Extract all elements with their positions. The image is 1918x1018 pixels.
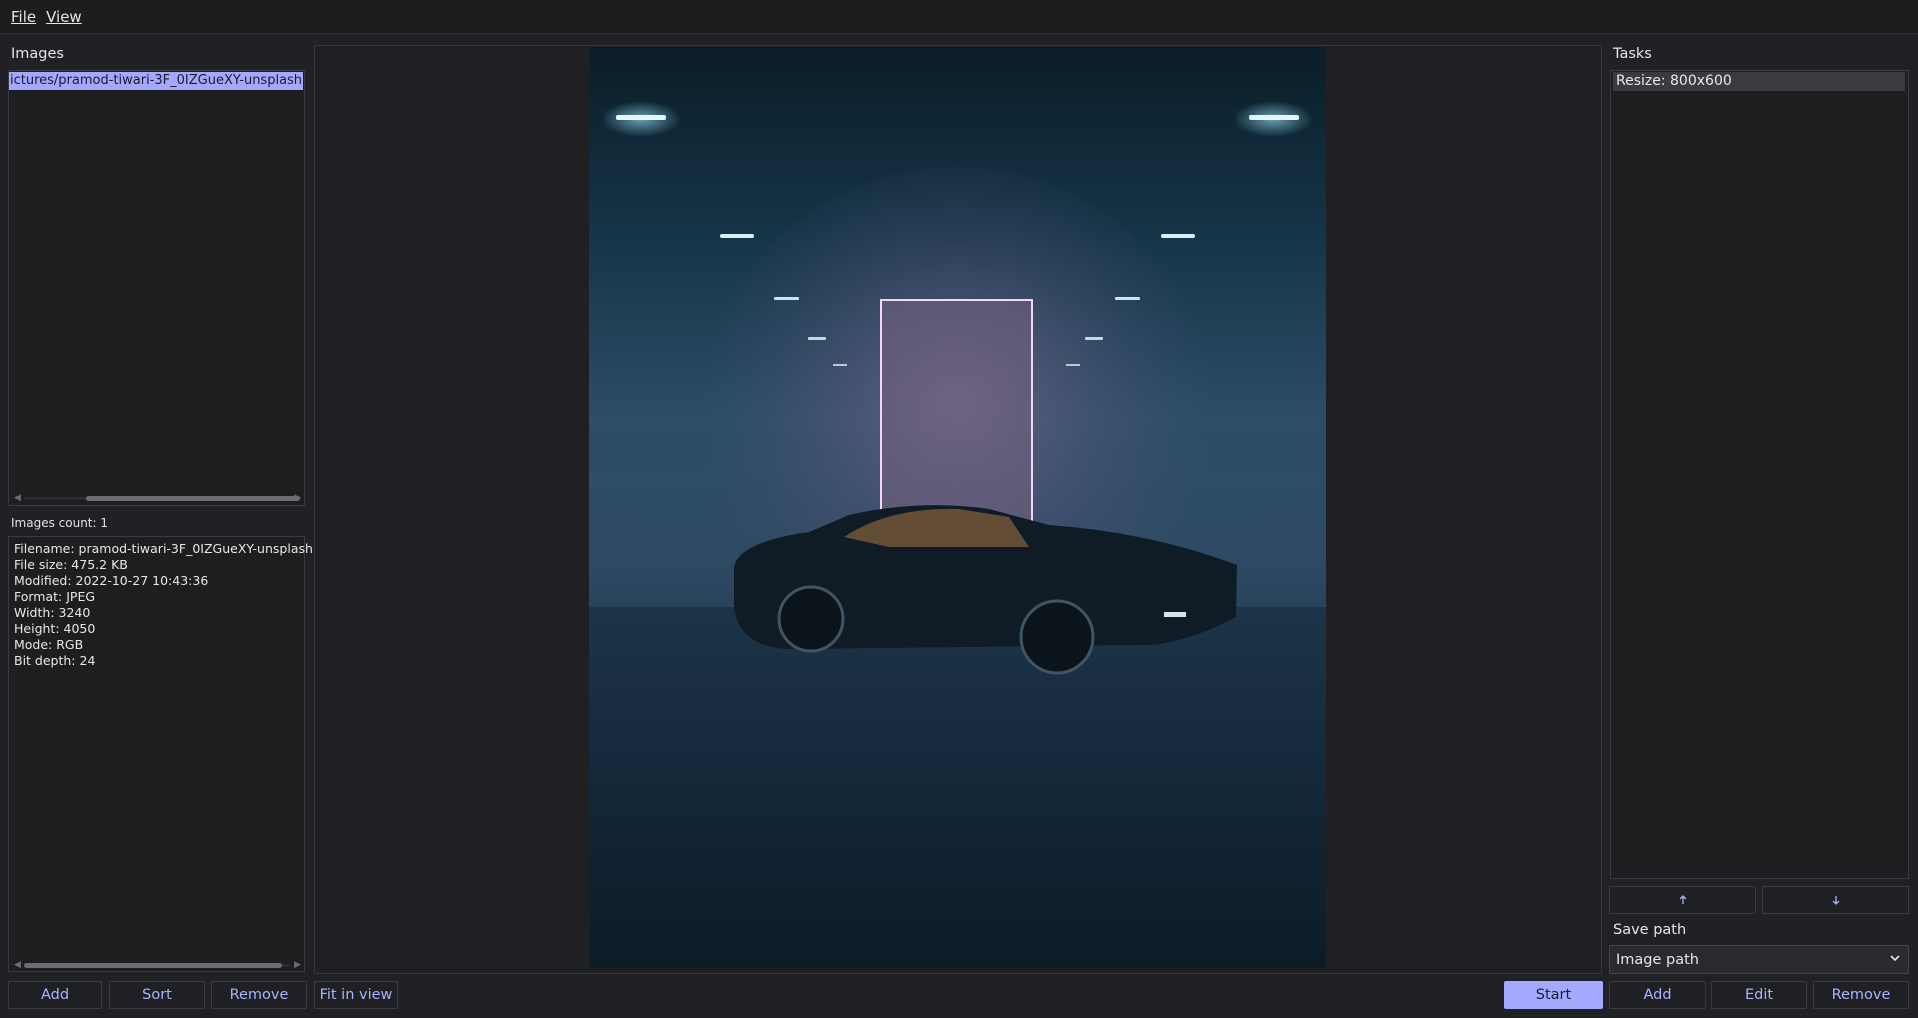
info-modified: Modified: 2022-10-27 10:43:36: [14, 573, 209, 588]
scroll-right-icon[interactable]: ▶: [294, 960, 301, 970]
info-mode: Mode: RGB: [14, 637, 84, 652]
menu-file[interactable]: File: [6, 8, 41, 26]
tasks-heading: Tasks: [1613, 46, 1652, 62]
tasks-list[interactable]: [1610, 70, 1909, 879]
sort-images-button[interactable]: Sort: [109, 981, 205, 1009]
add-task-button[interactable]: Add: [1609, 981, 1706, 1009]
scroll-right-icon[interactable]: ▶: [294, 493, 301, 503]
menu-view-label: View: [46, 7, 82, 26]
preview-image: [589, 47, 1326, 968]
move-task-down-button[interactable]: [1762, 886, 1909, 914]
task-item[interactable]: Resize: 800x600: [1613, 72, 1905, 91]
remove-task-button[interactable]: Remove: [1813, 981, 1909, 1009]
arrow-down-icon: [1832, 896, 1839, 905]
info-bitdepth: Bit depth: 24: [14, 653, 96, 668]
save-path-select[interactable]: Image path: [1609, 945, 1909, 974]
images-list[interactable]: [8, 70, 305, 506]
menu-view[interactable]: View: [41, 8, 87, 26]
add-image-button[interactable]: Add: [8, 981, 102, 1009]
menu-file-label: File: [11, 7, 37, 26]
image-info-panel: Filename: pramod-tiwari-3F_0IZGueXY-unsp…: [8, 536, 321, 972]
start-button[interactable]: Start: [1504, 981, 1603, 1009]
chevron-down-icon: [1890, 955, 1900, 962]
save-path-label: Save path: [1613, 922, 1687, 938]
info-filesize: File size: 475.2 KB: [14, 557, 128, 572]
images-heading: Images: [11, 46, 64, 62]
info-filename: Filename: pramod-tiwari-3F_0IZGueXY-unsp…: [14, 541, 321, 556]
scroll-left-icon[interactable]: ◀: [14, 960, 21, 970]
arrow-up-icon: [1679, 895, 1686, 904]
menu-bar: File View: [0, 0, 1918, 34]
move-task-up-button[interactable]: [1609, 886, 1756, 914]
scroll-left-icon[interactable]: ◀: [14, 493, 21, 503]
images-list-item[interactable]: ictures/pramod-tiwari-3F_0IZGueXY-unspla…: [9, 72, 303, 90]
scrollbar-thumb[interactable]: [86, 496, 300, 501]
images-count-label: Images count: 1: [11, 516, 108, 530]
fit-in-view-button[interactable]: Fit in view: [314, 981, 398, 1009]
info-width: Width: 3240: [14, 605, 91, 620]
info-height: Height: 4050: [14, 621, 96, 636]
info-format: Format: JPEG: [14, 589, 96, 604]
info-hscrollbar[interactable]: ◀ ▶: [10, 960, 303, 970]
edit-task-button[interactable]: Edit: [1711, 981, 1807, 1009]
preview-photo-svg: [589, 47, 1326, 968]
remove-image-button[interactable]: Remove: [211, 981, 307, 1009]
scrollbar-thumb[interactable]: [24, 963, 282, 968]
images-list-hscrollbar[interactable]: ◀ ▶: [10, 493, 303, 503]
save-path-value: Image path: [1616, 951, 1699, 968]
